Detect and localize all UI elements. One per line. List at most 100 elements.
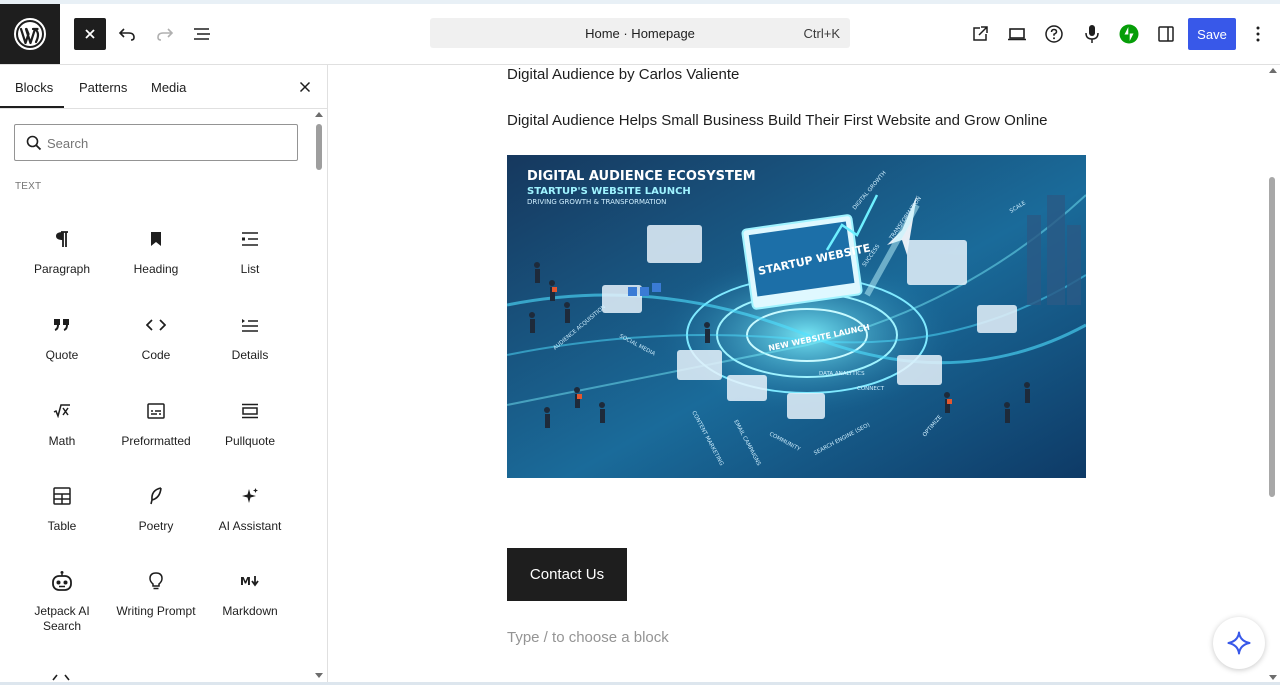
block-search-field[interactable] (14, 124, 298, 161)
block-label: Poetry (138, 519, 174, 533)
inserter-tabs: Blocks Patterns Media (0, 65, 327, 109)
panel-scrollbar-thumb[interactable] (316, 124, 322, 170)
partial-next-block-icon (52, 671, 70, 689)
image-title: DIGITAL AUDIENCE ECOSYSTEM (527, 169, 756, 184)
block-paragraph[interactable]: Paragraph (17, 227, 107, 305)
image-label: CONNECT (857, 386, 885, 392)
editor-header: Home · Homepage Ctrl+K Save (0, 4, 1280, 65)
microphone-icon (1085, 25, 1099, 43)
search-input[interactable] (47, 133, 287, 153)
hero-illustration: STARTUP WEBSITE DIGITAL AUDIENCE ECOSYST… (507, 155, 1086, 478)
more-vertical-icon (1256, 26, 1260, 42)
canvas-scrollbar[interactable] (1266, 65, 1280, 685)
redo-button[interactable] (152, 18, 178, 50)
keyboard-shortcut: Ctrl+K (803, 26, 840, 41)
lightbulb-icon (144, 569, 168, 593)
tab-blocks[interactable]: Blocks (15, 80, 53, 95)
block-writing-prompt[interactable]: Writing Prompt (111, 569, 201, 647)
close-icon (85, 29, 95, 39)
paragraph-block[interactable]: Digital Audience Helps Small Business Bu… (507, 112, 1048, 129)
close-block-inserter-button[interactable] (74, 18, 106, 50)
block-label: Markdown (222, 604, 278, 618)
block-label: AI Assistant (218, 519, 282, 533)
close-panel-button[interactable] (296, 78, 314, 96)
block-preformatted[interactable]: Preformatted (111, 399, 201, 477)
block-label: Math (48, 434, 76, 448)
block-label: Quote (45, 348, 79, 362)
canvas-scrollbar-thumb[interactable] (1269, 177, 1275, 497)
table-icon (50, 484, 74, 508)
document-overview-button[interactable] (188, 18, 216, 50)
voice-button[interactable] (1078, 18, 1106, 50)
editor-canvas[interactable]: Digital Audience by Carlos Valiente Digi… (329, 65, 1280, 685)
math-icon (50, 399, 74, 423)
options-menu-button[interactable] (1244, 18, 1272, 50)
paragraph-block[interactable]: Digital Audience by Carlos Valiente (507, 66, 739, 83)
desktop-preview-icon (1008, 28, 1026, 41)
preformatted-icon (144, 399, 168, 423)
block-markdown[interactable]: M Markdown (205, 569, 295, 647)
panel-scrollbar[interactable] (313, 111, 325, 683)
quote-icon (50, 313, 74, 337)
block-ai-assistant[interactable]: AI Assistant (205, 484, 295, 562)
wordpress-logo-icon[interactable] (0, 4, 60, 64)
sidebar-toggle-icon (1158, 26, 1174, 42)
tab-patterns[interactable]: Patterns (79, 80, 127, 95)
image-subtitle: STARTUP'S WEBSITE LAUNCH (527, 186, 691, 197)
block-poetry[interactable]: Poetry (111, 484, 201, 562)
block-code[interactable]: Code (111, 313, 201, 391)
image-tagline: DRIVING GROWTH & TRANSFORMATION (527, 198, 666, 206)
jetpack-button[interactable] (1115, 18, 1143, 50)
poetry-icon (144, 484, 168, 508)
preview-button[interactable] (1003, 18, 1031, 50)
block-label: List (240, 262, 260, 276)
block-pullquote[interactable]: Pullquote (205, 399, 295, 477)
svg-text:M: M (240, 575, 251, 588)
details-icon (238, 313, 262, 337)
block-label: Jetpack AI Search (34, 604, 90, 633)
redo-icon (157, 28, 174, 41)
save-button[interactable]: Save (1188, 18, 1236, 50)
list-view-icon (194, 28, 210, 40)
close-icon (299, 81, 311, 93)
contact-us-button[interactable]: Contact Us (507, 548, 627, 601)
undo-button[interactable] (114, 18, 140, 50)
ai-sparkle-icon (238, 484, 262, 508)
block-label: Writing Prompt (116, 604, 196, 618)
document-title: Home · Homepage (585, 26, 695, 41)
external-link-icon (973, 26, 988, 41)
command-palette-bar[interactable]: Home · Homepage Ctrl+K (430, 18, 850, 48)
undo-icon (118, 28, 135, 41)
block-details[interactable]: Details (205, 313, 295, 391)
block-jetpack-ai-search[interactable]: Jetpack AI Search (17, 569, 107, 647)
search-icon (26, 135, 42, 151)
heading-bookmark-icon (144, 227, 168, 251)
block-label: Pullquote (224, 434, 276, 448)
block-label: Table (47, 519, 77, 533)
view-page-button[interactable] (966, 18, 994, 50)
jetpack-icon (1119, 24, 1139, 44)
pullquote-icon (238, 399, 262, 423)
image-block[interactable]: STARTUP WEBSITE DIGITAL AUDIENCE ECOSYST… (507, 155, 1086, 478)
block-math[interactable]: Math (17, 399, 107, 477)
ai-assistant-button[interactable] (1213, 617, 1265, 669)
block-heading[interactable]: Heading (111, 227, 201, 305)
paragraph-icon (50, 227, 74, 251)
block-inserter-panel: Blocks Patterns Media TEXT Paragraph Hea… (0, 65, 328, 685)
help-icon (1045, 25, 1063, 43)
block-table[interactable]: Table (17, 484, 107, 562)
block-label: Paragraph (33, 262, 91, 276)
tab-media[interactable]: Media (151, 80, 186, 95)
markdown-icon: M (238, 569, 262, 593)
settings-sidebar-button[interactable] (1152, 18, 1180, 50)
block-label: Preformatted (121, 434, 191, 448)
block-list[interactable]: List (205, 227, 295, 305)
block-label: Heading (133, 262, 179, 276)
block-appender-placeholder[interactable]: Type / to choose a block (507, 629, 669, 646)
ai-sparkle-icon (1227, 631, 1251, 655)
image-label: DATA ANALYTICS (819, 371, 865, 377)
help-button[interactable] (1040, 18, 1068, 50)
code-icon (144, 313, 168, 337)
block-label: Code (141, 348, 171, 362)
block-quote[interactable]: Quote (17, 313, 107, 391)
